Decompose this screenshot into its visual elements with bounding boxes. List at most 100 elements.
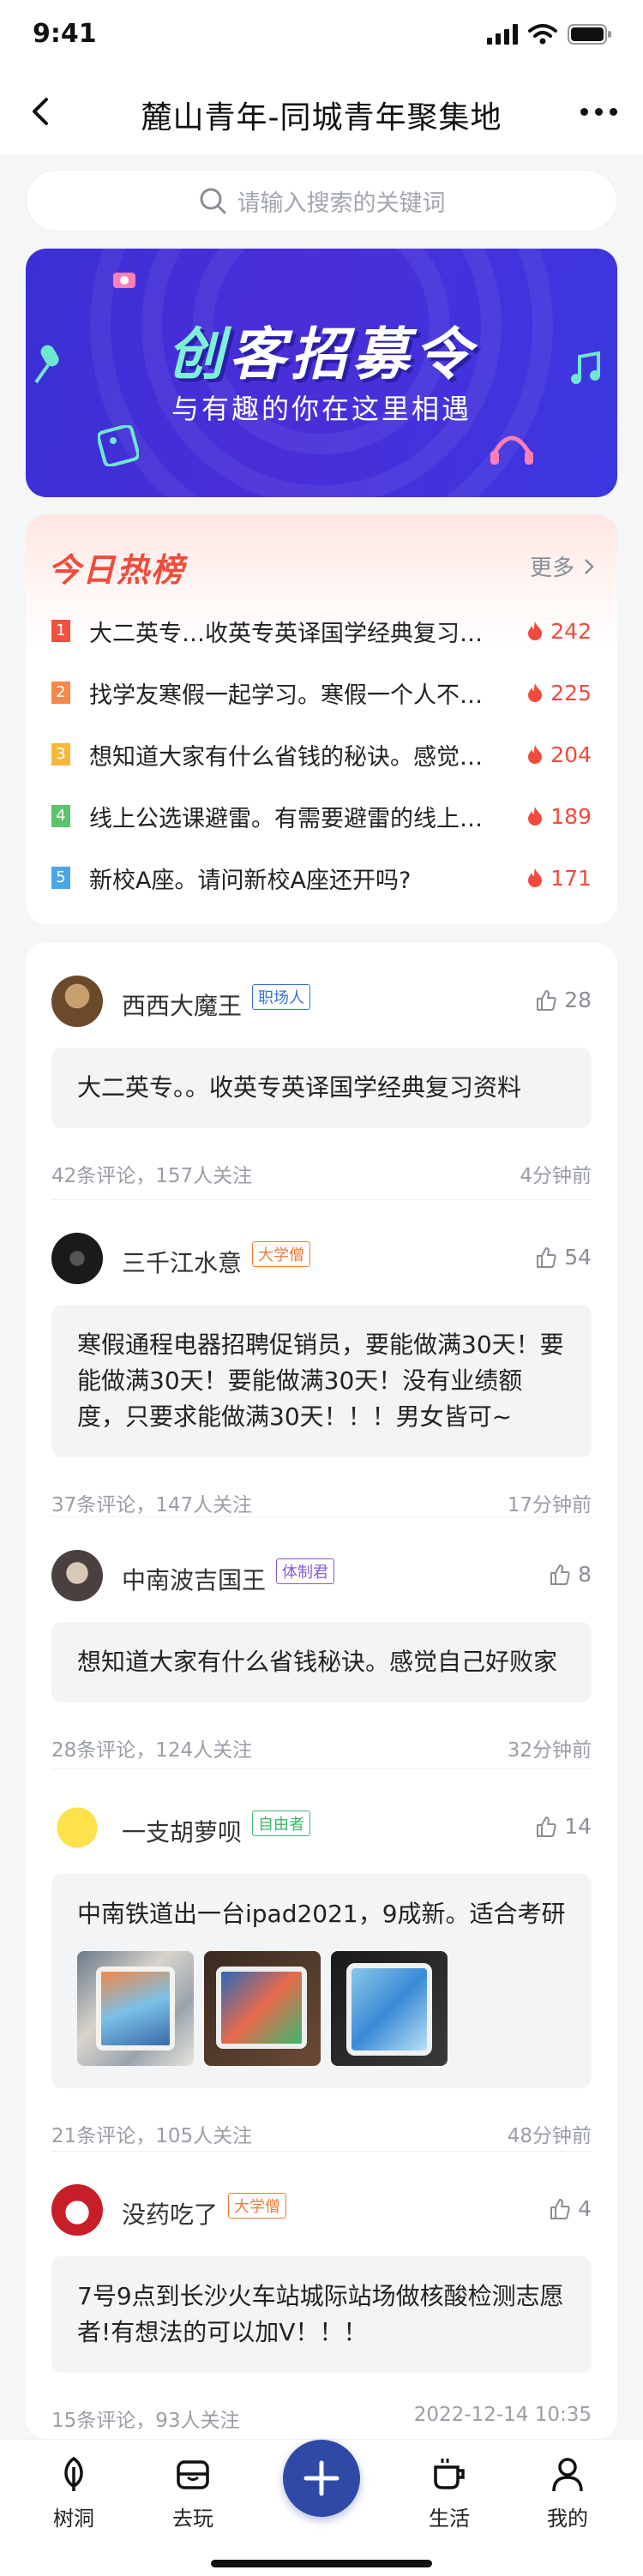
post-feed: 西西大魔王 职场人 28 大二英专。。收英专英译国学经典复习资料 42条评论，157人关…	[26, 943, 617, 2439]
hot-item-count: 204	[514, 742, 592, 767]
hot-list-card: 今日热榜 更多 1 大二英专…收英专英译国学经典复习… 242 2 找学友寒假一起学习。…	[26, 514, 617, 924]
nav-bar: 麓山青年-同城青年聚集地	[0, 69, 643, 154]
post-content[interactable]: 中南铁道出一台ipad2021，9成新。适合考研	[51, 1874, 592, 2088]
tab-profile[interactable]: 我的	[525, 2455, 610, 2531]
user-name[interactable]: 没药吃了	[122, 2196, 218, 2231]
avatar[interactable]	[51, 1550, 103, 1601]
fire-icon	[528, 807, 543, 826]
hot-item-text: 大二英专…收英专英译国学经典复习…	[89, 620, 483, 647]
hot-list-item[interactable]: 1 大二英专…收英专英译国学经典复习… 242	[51, 600, 592, 662]
camera-icon	[113, 273, 135, 288]
fire-icon	[528, 683, 543, 702]
post-content[interactable]: 大二英专。。收英专英译国学经典复习资料	[51, 1048, 592, 1128]
like-count: 8	[578, 1562, 592, 1587]
thumbs-up-icon	[550, 2198, 570, 2219]
thumbs-up-icon	[537, 1816, 556, 1837]
user-role-badge: 大学僧	[252, 1241, 310, 1267]
banner-subtitle: 与有趣的你在这里相遇	[171, 393, 472, 425]
rank-badge: 3	[51, 743, 70, 766]
page-title: 麓山青年-同城青年聚集地	[141, 100, 502, 135]
avatar[interactable]	[51, 1802, 103, 1853]
post-text: 中南铁道出一台ipad2021，9成新。适合考研	[77, 1900, 566, 1928]
like-count: 14	[564, 1814, 592, 1839]
search-icon	[200, 188, 225, 214]
avatar[interactable]	[51, 1233, 103, 1284]
post-stats: 42条评论，157人关注	[51, 1165, 253, 1187]
more-icon[interactable]	[580, 108, 617, 116]
thumbs-up-icon	[550, 1564, 570, 1585]
like-button[interactable]: 54	[535, 1245, 592, 1270]
hot-list-item[interactable]: 2 找学友寒假一起学习。寒假一个人不… 225	[51, 662, 592, 724]
signal-icon	[487, 24, 518, 45]
coffee-icon	[434, 2459, 465, 2489]
avatar[interactable]	[51, 2184, 103, 2236]
like-button[interactable]: 14	[535, 1814, 592, 1839]
add-post-button[interactable]	[283, 2440, 360, 2517]
thumbs-up-icon	[537, 1246, 556, 1268]
post-stats: 21条评论，105人关注	[51, 2125, 253, 2147]
play-icon	[177, 2460, 209, 2489]
user-name[interactable]: 三千江水意	[122, 1245, 242, 1279]
fire-icon	[528, 868, 543, 887]
post-content[interactable]: 想知道大家有什么省钱秘诀。感觉自己好败家	[51, 1622, 592, 1702]
hot-count-value: 225	[550, 680, 592, 706]
hot-more-link[interactable]: 更多	[530, 550, 595, 582]
rank-badge: 4	[51, 805, 70, 827]
post-card[interactable]: 三千江水意 大学僧 54 寒假通程电器招聘促销员，要能做满30天！要能做满30天！要能…	[26, 1200, 617, 1517]
user-role-badge: 职场人	[252, 984, 310, 1010]
hot-list: 1 大二英专…收英专英译国学经典复习… 242 2 找学友寒假一起学习。寒假一个人不… 2…	[51, 600, 592, 909]
photo-icon	[98, 425, 139, 466]
like-count: 28	[564, 988, 592, 1012]
post-time: 17分钟前	[507, 1494, 592, 1516]
like-count: 4	[578, 2196, 592, 2221]
wifi-icon	[528, 24, 557, 45]
rank-badge: 5	[51, 867, 70, 889]
hot-list-item[interactable]: 3 想知道大家有什么省钱的秘诀。感觉… 204	[51, 724, 592, 785]
post-image[interactable]	[204, 1951, 321, 2066]
post-image[interactable]	[77, 1951, 194, 2066]
post-content[interactable]: 7号9点到长沙火车站城际站场做核酸检测志愿者!有想法的可以加V！！！	[51, 2256, 592, 2373]
hot-list-item[interactable]: 5 新校A座。请问新校A座还开吗? 171	[51, 847, 592, 909]
avatar[interactable]	[51, 976, 103, 1027]
plus-icon	[303, 2460, 340, 2496]
post-stats: 37条评论，147人关注	[51, 1494, 253, 1516]
tab-label: 我的	[547, 2507, 588, 2531]
post-text: 大二英专。。收英专英译国学经典复习资料	[77, 1073, 522, 1102]
tab-life[interactable]: 生活	[406, 2455, 492, 2531]
like-button[interactable]: 28	[535, 988, 592, 1012]
tab-play[interactable]: 去玩	[150, 2455, 236, 2531]
hot-item-count: 171	[514, 866, 592, 891]
user-name[interactable]: 中南波吉国王	[122, 1562, 266, 1596]
post-image[interactable]	[331, 1951, 448, 2066]
tab-label: 树洞	[53, 2507, 94, 2531]
post-time: 32分钟前	[507, 1739, 592, 1762]
post-text: 想知道大家有什么省钱秘诀。感觉自己好败家	[77, 1648, 558, 1676]
hot-count-value: 204	[550, 742, 592, 767]
search-input[interactable]: 请输入搜索的关键词	[26, 170, 617, 231]
post-card[interactable]: 没药吃了 大学僧 4 7号9点到长沙火车站城际站场做核酸检测志愿者!有想法的可以加V！…	[26, 2152, 617, 2439]
promo-banner[interactable]: 创客招募令 与有趣的你在这里相遇	[26, 249, 617, 497]
tree-icon	[64, 2456, 83, 2491]
post-card[interactable]: 西西大魔王 职场人 28 大二英专。。收英专英译国学经典复习资料 42条评论，157人关…	[26, 943, 617, 1200]
hot-item-text: 找学友寒假一起学习。寒假一个人不…	[89, 682, 483, 709]
tab-treehole[interactable]: 树洞	[31, 2455, 117, 2531]
rank-badge: 1	[51, 620, 70, 642]
banner-title: 创客招募令	[167, 321, 476, 387]
like-button[interactable]: 8	[549, 1562, 592, 1587]
post-time: 2022-12-14 10:35	[413, 2404, 592, 2426]
thumbs-up-icon	[537, 989, 556, 1011]
user-name[interactable]: 一支胡萝呗	[122, 1814, 242, 1848]
hot-count-value: 189	[550, 803, 592, 829]
hot-list-item[interactable]: 4 线上公选课避雷。有需要避雷的线上… 189	[51, 785, 592, 847]
like-count: 54	[564, 1245, 592, 1270]
post-content[interactable]: 寒假通程电器招聘促销员，要能做满30天！要能做满30天！要能做满30天！没有业绩…	[51, 1305, 592, 1457]
user-role-badge: 体制君	[276, 1558, 334, 1584]
post-card[interactable]: 中南波吉国王 体制君 8 想知道大家有什么省钱秘诀。感觉自己好败家 28条评论，124人…	[26, 1517, 617, 1769]
user-role-badge: 自由者	[252, 1810, 310, 1836]
headphone-icon	[490, 435, 533, 465]
post-text: 寒假通程电器招聘促销员，要能做满30天！要能做满30天！要能做满30天！没有业绩…	[77, 1330, 564, 1431]
user-name[interactable]: 西西大魔王	[122, 988, 242, 1022]
hot-count-value: 242	[550, 618, 592, 644]
like-button[interactable]: 4	[549, 2196, 592, 2221]
post-card[interactable]: 一支胡萝呗 自由者 14 中南铁道出一台ipad2021，9成新。适合考研 21条评论，…	[26, 1769, 617, 2152]
